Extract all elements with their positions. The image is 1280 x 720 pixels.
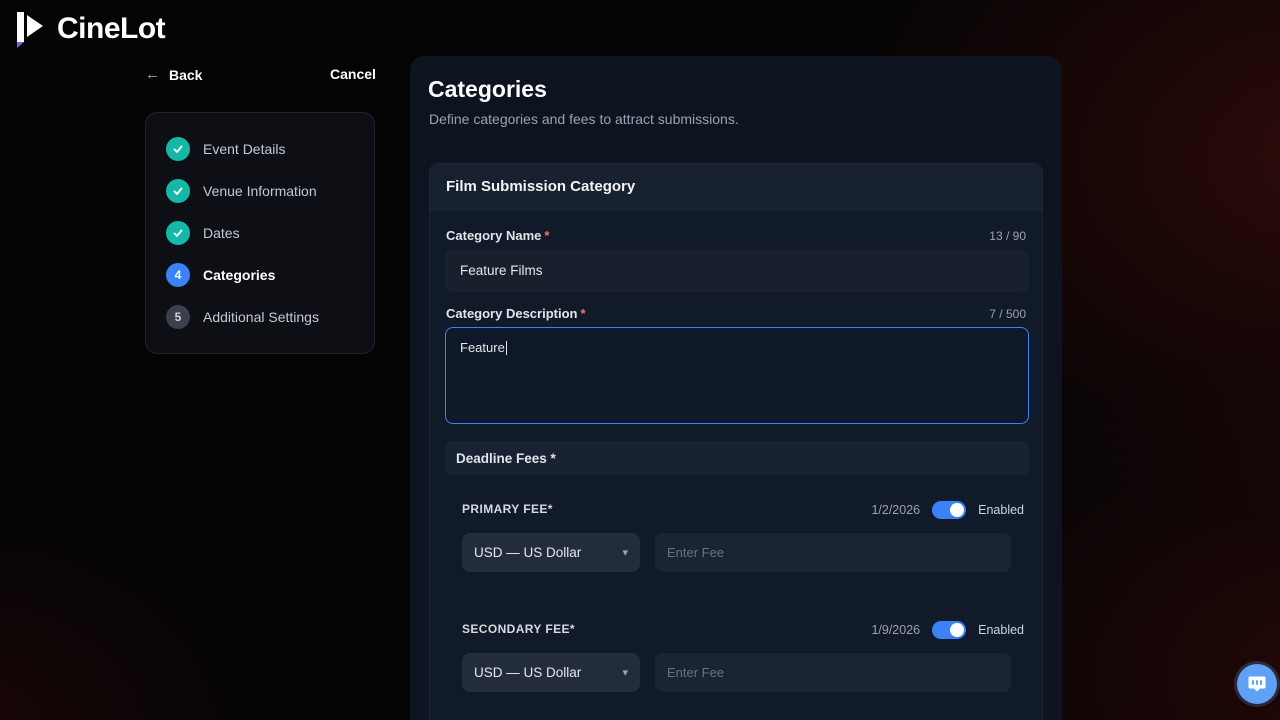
brand-name: CineLot [57, 12, 166, 45]
check-icon [166, 179, 190, 203]
stepper-item-event-details[interactable]: Event Details [166, 137, 354, 161]
secondary-fee-date: 1/9/2026 [871, 623, 921, 637]
card-header: Film Submission Category [430, 164, 1042, 210]
secondary-fee-toggle[interactable] [932, 621, 967, 639]
deadline-fees-title: Deadline Fees * [456, 450, 556, 466]
category-description-value: Feature [460, 340, 505, 355]
toggle-knob [950, 623, 965, 637]
category-description-label-text: Category Description [446, 306, 578, 321]
stepper-label: Dates [203, 225, 240, 241]
required-asterisk: * [544, 228, 550, 243]
chat-bubble-icon [1247, 674, 1267, 694]
category-description-counter: 7 / 500 [989, 307, 1026, 321]
secondary-fee-toggle-label: Enabled [978, 623, 1024, 637]
chevron-down-icon: ▾ [622, 547, 628, 559]
secondary-fee-label: SECONDARY FEE* [462, 622, 575, 636]
stepper-label: Additional Settings [203, 309, 319, 325]
stepper-item-additional-settings[interactable]: 5 Additional Settings [166, 305, 354, 329]
card-title: Film Submission Category [446, 178, 636, 195]
stepper-item-categories[interactable]: 4 Categories [166, 263, 354, 287]
categories-panel: Categories Define categories and fees to… [410, 56, 1062, 720]
page-subtitle: Define categories and fees to attract su… [429, 111, 739, 127]
back-arrow-icon: ← [145, 66, 160, 83]
wizard-stepper: Event Details Venue Information Dates 4 … [145, 112, 375, 354]
secondary-currency-value: USD — US Dollar [474, 665, 582, 680]
secondary-fee-input[interactable] [655, 653, 1011, 692]
secondary-fee-controls: 1/9/2026 Enabled [871, 621, 1024, 639]
chat-launcher-button[interactable] [1237, 664, 1277, 704]
primary-fee-label: PRIMARY FEE* [462, 502, 553, 516]
step-number-badge: 4 [166, 263, 190, 287]
primary-fee-date: 1/2/2026 [871, 503, 921, 517]
category-name-counter: 13 / 90 [989, 229, 1026, 243]
app-screen: CineLot ← Back Cancel Event Details Venu… [0, 0, 1280, 720]
category-name-label: Category Name * [446, 228, 549, 243]
back-label: Back [169, 66, 203, 83]
stepper-item-dates[interactable]: Dates [166, 221, 354, 245]
stepper-label: Categories [203, 267, 276, 283]
film-submission-category-card: Film Submission Category Category Name * … [429, 163, 1043, 720]
chevron-down-icon: ▾ [622, 667, 628, 679]
deadline-fees-section-header: Deadline Fees * [445, 441, 1029, 475]
secondary-currency-select[interactable]: USD — US Dollar ▾ [462, 653, 640, 692]
primary-fee-input[interactable] [655, 533, 1011, 572]
step-number-badge: 5 [166, 305, 190, 329]
primary-currency-select[interactable]: USD — US Dollar ▾ [462, 533, 640, 572]
stepper-label: Venue Information [203, 183, 317, 199]
cancel-button[interactable]: Cancel [330, 66, 376, 82]
category-description-label: Category Description * [446, 306, 586, 321]
primary-currency-value: USD — US Dollar [474, 545, 582, 560]
category-name-input[interactable] [445, 249, 1029, 292]
primary-fee-controls: 1/2/2026 Enabled [871, 501, 1024, 519]
stepper-label: Event Details [203, 141, 286, 157]
required-asterisk: * [580, 306, 586, 321]
back-button[interactable]: ← Back [145, 66, 202, 83]
primary-fee-toggle[interactable] [932, 501, 967, 519]
category-name-label-text: Category Name [446, 228, 542, 243]
check-icon [166, 137, 190, 161]
text-caret [505, 341, 508, 355]
primary-fee-toggle-label: Enabled [978, 503, 1024, 517]
stepper-item-venue-information[interactable]: Venue Information [166, 179, 354, 203]
brand-logo: CineLot [16, 10, 166, 48]
check-icon [166, 221, 190, 245]
toggle-knob [950, 503, 965, 517]
cinelot-logo-icon [16, 10, 48, 48]
category-description-textarea[interactable]: Feature [445, 327, 1029, 424]
page-title: Categories [428, 76, 547, 102]
